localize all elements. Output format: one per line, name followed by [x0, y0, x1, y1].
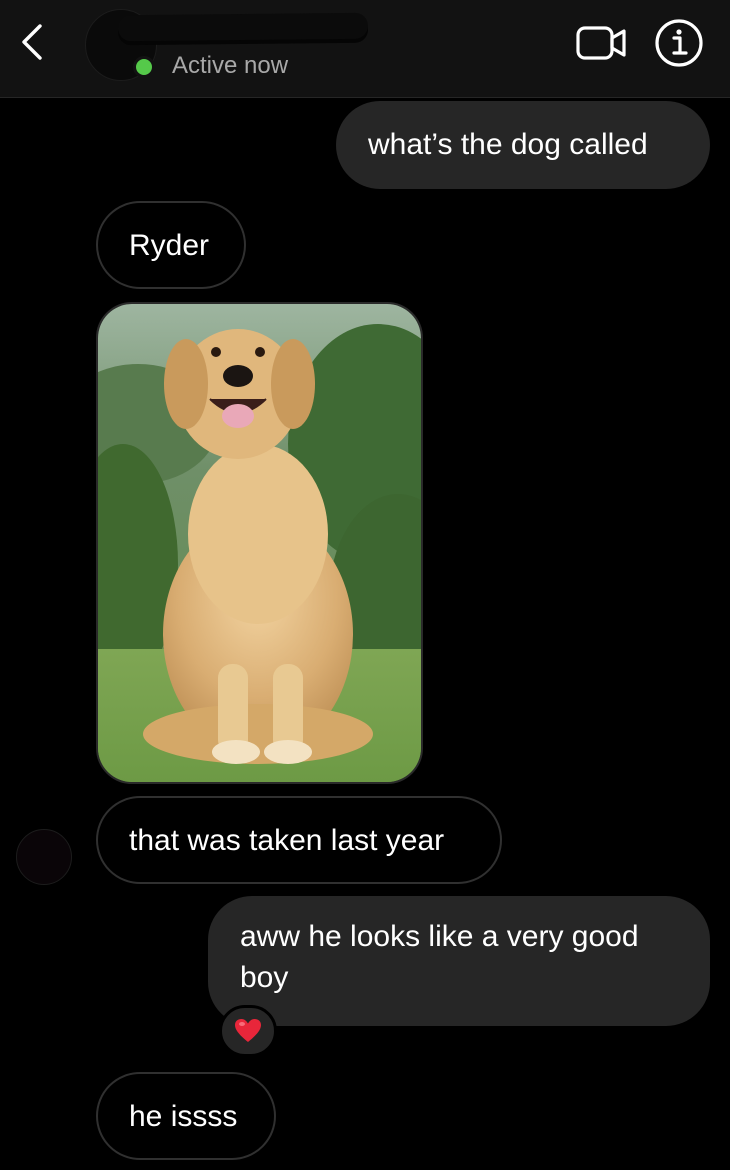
active-status-indicator [133, 56, 155, 78]
sender-avatar[interactable] [16, 829, 72, 885]
conversation-info-button[interactable] [654, 18, 704, 68]
back-button[interactable] [16, 24, 52, 60]
incoming-message[interactable]: that was taken last year [96, 796, 502, 884]
heart-reaction[interactable] [219, 1005, 277, 1057]
incoming-message[interactable]: Ryder [96, 201, 246, 289]
heart-icon [235, 1019, 261, 1042]
info-icon [655, 19, 703, 67]
incoming-message[interactable]: he issss [96, 1072, 276, 1160]
redacted-contact-name [117, 12, 369, 42]
message-text: Ryder [129, 229, 210, 262]
active-status-text: Active now [172, 52, 289, 79]
dog-photo [98, 304, 421, 782]
chevron-left-icon [22, 24, 42, 60]
chat-header: Active now [0, 0, 730, 98]
video-camera-icon [576, 26, 626, 60]
message-text: he issss [129, 1100, 238, 1133]
message-text: that was taken last year [129, 824, 445, 857]
video-call-button[interactable] [575, 22, 629, 64]
message-text: aww he looks like a very good boy [240, 920, 639, 994]
photo-message[interactable] [96, 302, 423, 784]
outgoing-message[interactable]: what’s the dog called [336, 101, 710, 189]
message-text: what’s the dog called [368, 128, 648, 161]
outgoing-message[interactable]: aww he looks like a very good boy [208, 896, 710, 1026]
